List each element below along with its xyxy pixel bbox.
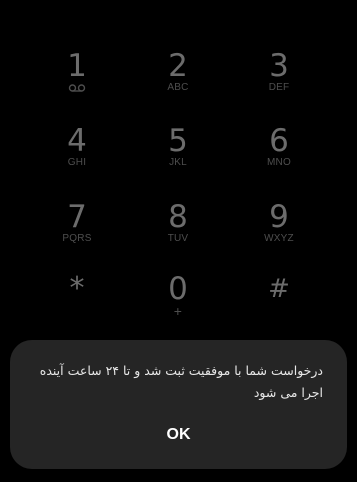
key-4[interactable]: 4 GHI [42, 125, 112, 185]
key-letters: DEF [268, 82, 290, 93]
key-letters: ABC [167, 82, 189, 93]
voicemail-icon [68, 84, 86, 92]
key-digit: 5 [168, 123, 188, 159]
key-digit: 6 [269, 123, 289, 159]
key-digit: 1 [67, 48, 87, 84]
key-6[interactable]: 6 MNO [244, 125, 314, 185]
key-letters: TUV [167, 233, 189, 244]
key-letters: PQRS [62, 233, 92, 244]
key-9[interactable]: 9 WXYZ [244, 201, 314, 261]
key-digit: 2 [168, 48, 188, 84]
dialpad-row-3: 7 PQRS 8 TUV 9 WXYZ [0, 201, 357, 261]
dialpad-row-2: 4 GHI 5 JKL 6 MNO [0, 125, 357, 185]
key-digit: 0 [168, 271, 188, 307]
key-digit: 3 [269, 48, 289, 84]
key-5[interactable]: 5 JKL [143, 125, 213, 185]
key-letters: JKL [169, 157, 187, 168]
key-pound[interactable]: # [244, 273, 314, 333]
key-letters [244, 305, 314, 317]
key-7[interactable]: 7 PQRS [42, 201, 112, 261]
key-letters [42, 305, 112, 317]
key-digit: 7 [67, 199, 87, 235]
key-digit: 9 [269, 199, 289, 235]
key-8[interactable]: 8 TUV [143, 201, 213, 261]
key-star[interactable]: * [42, 273, 112, 333]
alert-dialog: درخواست شما با موفقیت ثبت شد و تا ۲۴ ساع… [10, 340, 347, 469]
dialog-message: درخواست شما با موفقیت ثبت شد و تا ۲۴ ساع… [39, 363, 323, 400]
dialpad-row-4: * 0 + # [0, 273, 357, 333]
key-2[interactable]: 2 ABC [143, 50, 213, 110]
dialpad-row-1: 1 2 ABC 3 DEF [0, 50, 357, 110]
key-0[interactable]: 0 + [143, 273, 213, 333]
key-letters: + [173, 303, 183, 319]
key-digit: 8 [168, 199, 188, 235]
key-digit: # [268, 274, 290, 304]
key-letters: GHI [67, 157, 87, 168]
dialer-screen: 1 2 ABC 3 DEF 4 GHI 5 JKL 6 MNO 7 PQRS 8… [0, 0, 357, 482]
key-digit: 4 [67, 123, 87, 159]
key-3[interactable]: 3 DEF [244, 50, 314, 110]
key-digit: * [69, 271, 85, 306]
key-1[interactable]: 1 [42, 50, 112, 110]
ok-button[interactable]: OK [139, 421, 219, 449]
key-letters: MNO [267, 157, 291, 168]
key-letters: WXYZ [264, 233, 294, 244]
